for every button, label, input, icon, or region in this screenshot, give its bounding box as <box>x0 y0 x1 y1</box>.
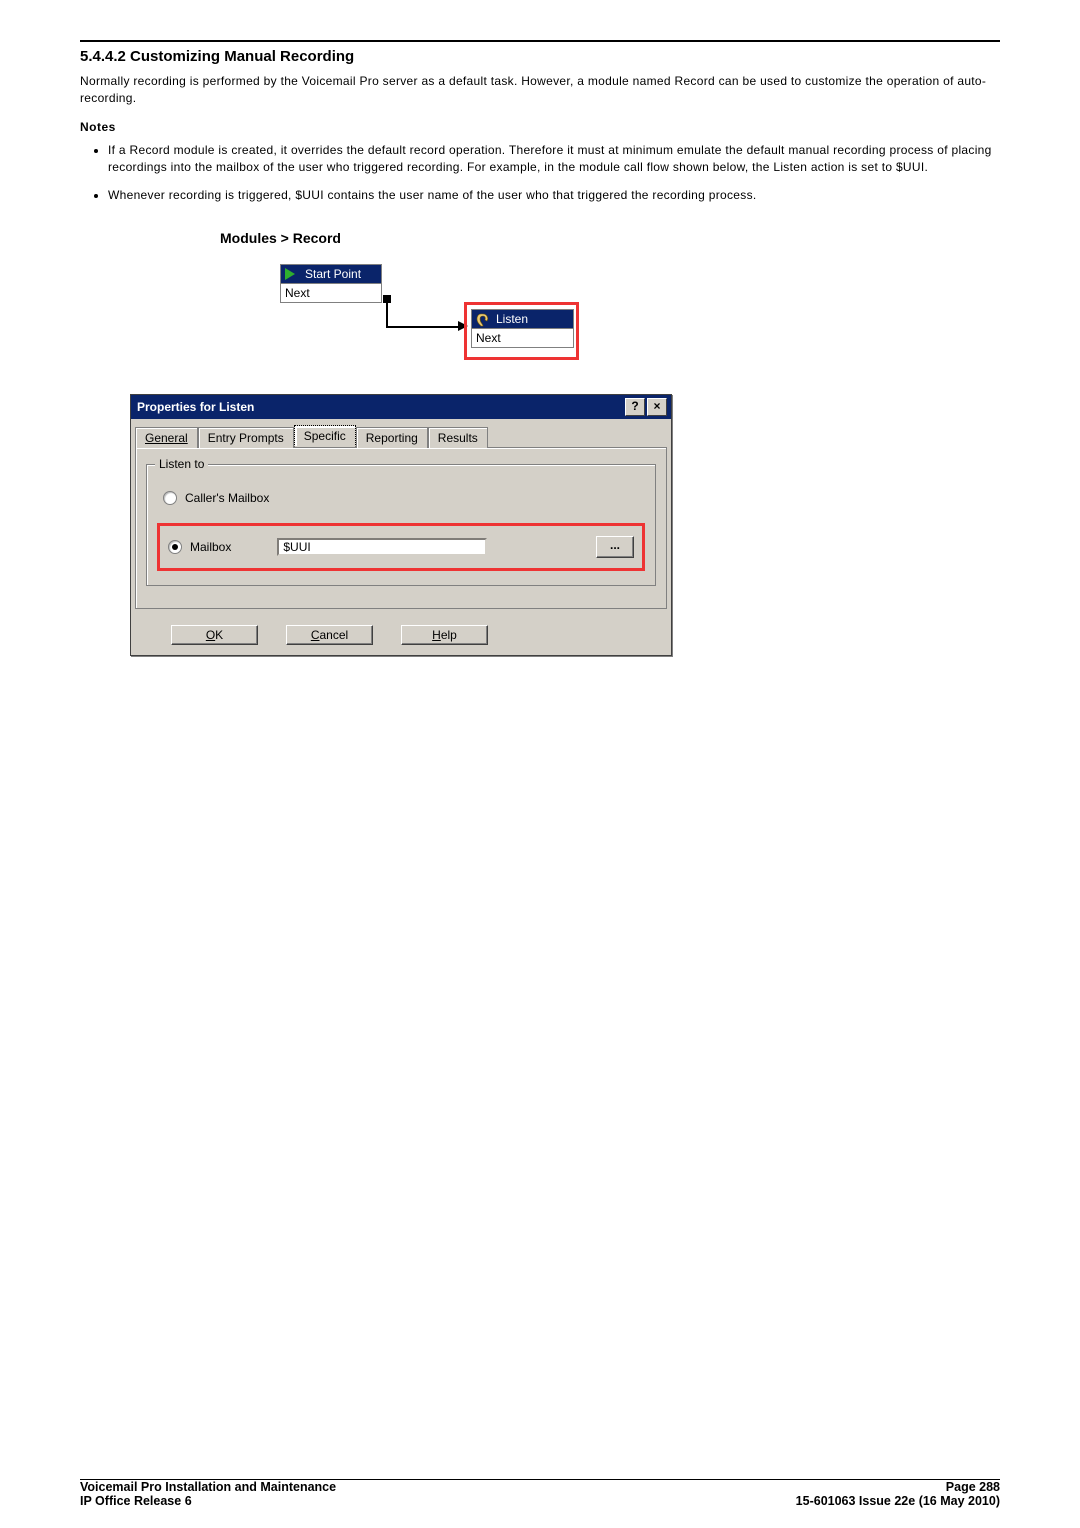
dialog-title: Properties for Listen <box>137 400 623 414</box>
startpoint-title: Start Point <box>281 265 381 283</box>
listen-title: Listen <box>472 310 573 328</box>
radio-callers-mailbox[interactable] <box>163 491 177 505</box>
close-button[interactable]: × <box>647 398 667 416</box>
flow-canvas: Start Point Next Listen Next <box>220 254 760 394</box>
listen-next: Next <box>472 328 573 347</box>
top-rule <box>80 40 1000 42</box>
note-item: If a Record module is created, it overri… <box>108 142 1000 177</box>
notes-list: If a Record module is created, it overri… <box>108 142 1000 214</box>
listen-icon <box>476 312 492 326</box>
footer-left-1: Voicemail Pro Installation and Maintenan… <box>80 1480 336 1494</box>
help-button[interactable]: ? <box>625 398 645 416</box>
ok-button[interactable]: OK <box>171 625 258 645</box>
startpoint-node[interactable]: Start Point Next <box>280 264 382 303</box>
notes-label: Notes <box>80 120 1000 134</box>
mailbox-input[interactable] <box>277 538 487 556</box>
dialog-titlebar[interactable]: Properties for Listen ? × <box>131 395 671 419</box>
tab-row: General Entry Prompts Specific Reporting… <box>131 419 671 447</box>
browse-button[interactable]: ... <box>596 536 634 558</box>
note-item: Whenever recording is triggered, $UUI co… <box>108 187 1000 204</box>
tab-reporting[interactable]: Reporting <box>356 427 428 448</box>
properties-dialog: Properties for Listen ? × General Entry … <box>130 394 672 656</box>
radio-mailbox[interactable] <box>168 540 182 554</box>
help-button-dialog[interactable]: Help <box>401 625 488 645</box>
tab-results[interactable]: Results <box>428 427 488 448</box>
mailbox-highlight-box: Mailbox ... <box>157 523 645 571</box>
radio-callers-label: Caller's Mailbox <box>185 491 269 505</box>
group-legend: Listen to <box>155 457 208 471</box>
tab-general[interactable]: General <box>135 427 198 448</box>
intro-paragraph: Normally recording is performed by the V… <box>80 73 1000 108</box>
breadcrumb: Modules > Record <box>220 230 760 246</box>
play-icon <box>285 268 295 280</box>
footer-right-1: Page 288 <box>946 1480 1000 1494</box>
connector-line <box>386 326 460 328</box>
section-heading: 5.4.4.2 Customizing Manual Recording <box>80 48 1000 65</box>
radio-mailbox-label: Mailbox <box>190 540 231 554</box>
tab-specific-body: Listen to Caller's Mailbox Mailbox ... <box>135 447 667 609</box>
footer-left-2: IP Office Release 6 <box>80 1494 192 1508</box>
figure-area: Modules > Record Start Point Next <box>220 226 760 656</box>
listen-label: Listen <box>496 312 528 326</box>
page-footer: Voicemail Pro Installation and Maintenan… <box>80 1475 1000 1508</box>
listen-to-group: Listen to Caller's Mailbox Mailbox ... <box>146 464 656 586</box>
listen-node[interactable]: Listen Next <box>471 309 574 348</box>
dialog-button-row: OK Cancel Help <box>131 617 671 655</box>
startpoint-label: Start Point <box>305 267 361 281</box>
cancel-button[interactable]: Cancel <box>286 625 373 645</box>
tab-specific[interactable]: Specific <box>294 425 356 447</box>
radio-callers-row: Caller's Mailbox <box>163 491 645 505</box>
tab-entry-prompts[interactable]: Entry Prompts <box>198 427 294 448</box>
connector-line <box>386 298 388 328</box>
footer-right-2: 15-601063 Issue 22e (16 May 2010) <box>796 1494 1000 1508</box>
startpoint-next: Next <box>281 283 381 302</box>
listen-highlight-box: Listen Next <box>464 302 579 360</box>
